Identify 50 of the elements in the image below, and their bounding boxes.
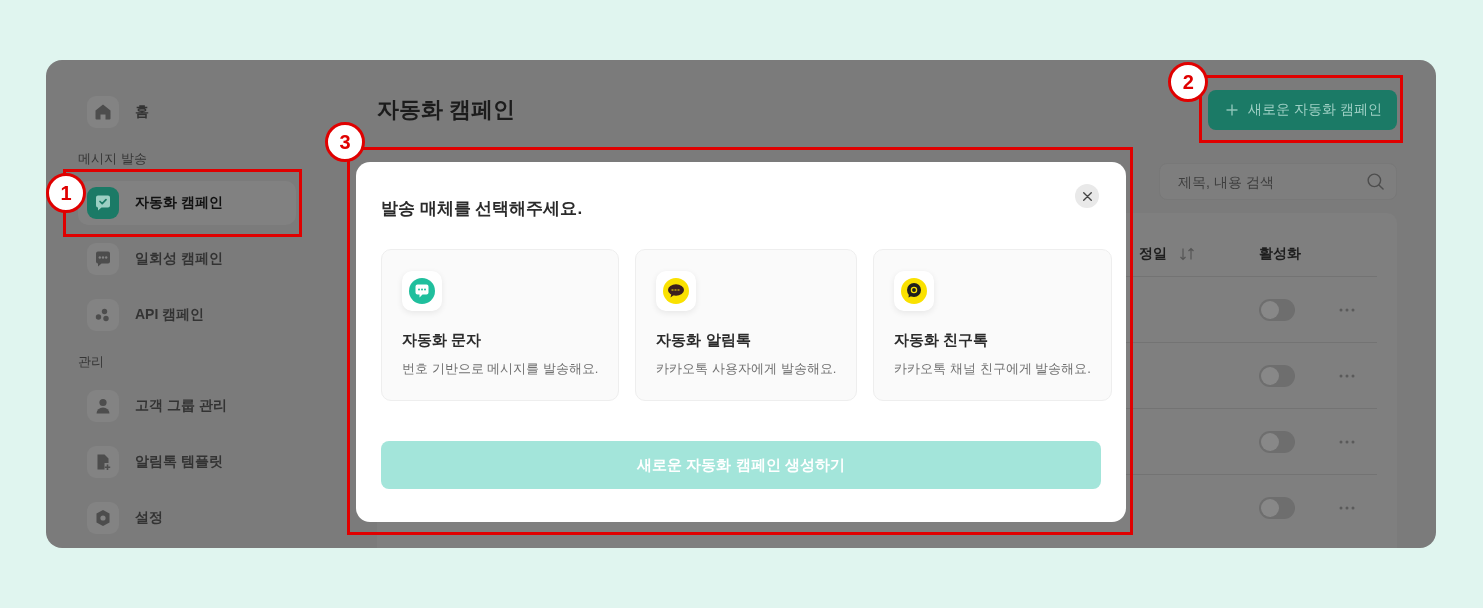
callout-number: 1 [46,173,86,213]
option-title: 자동화 문자 [402,330,482,350]
option-description: 카카오톡 사용자에게 발송해요. [656,360,837,378]
person-icon [87,390,119,422]
speech-bubble-icon [656,271,697,311]
modal-title: 발송 매체를 선택해주세요. [381,198,583,220]
option-description: 카카오톡 채널 친구에게 발송해요. [894,360,1091,378]
doc-plus-icon [87,446,119,478]
channel-option-card[interactable]: 자동화 친구톡 카카오톡 채널 친구에게 발송해요. [873,249,1112,401]
callout-number: 2 [1168,62,1209,102]
settings-icon [87,502,119,534]
toggle-switch[interactable] [1259,298,1295,321]
toggle-switch[interactable] [1259,496,1295,519]
sidebar-item[interactable]: API 캠페인 [78,293,296,337]
page-title: 자동화 캠페인 [377,96,516,124]
callout-number: 3 [325,122,365,162]
option-title: 자동화 친구톡 [894,330,989,350]
sidebar-item[interactable]: 알림톡 템플릿 [78,440,296,484]
chat-dots-icon [87,243,119,275]
dots-icon [87,299,119,331]
column-header[interactable]: 정일 [1139,244,1195,263]
sidebar-item[interactable]: 자동화 캠페인 [78,181,296,225]
more-icon[interactable] [1339,439,1355,444]
new-campaign-button[interactable]: 새로운 자동화 캠페인 [1208,90,1397,130]
speech-bubble-icon [894,271,935,311]
more-icon[interactable] [1339,505,1355,510]
option-description: 번호 기반으로 메시지를 발송해요. [402,360,599,378]
sidebar-item[interactable]: 설정 [78,496,296,540]
close-button[interactable] [1075,184,1099,208]
search-icon [1367,173,1384,190]
sidebar-item[interactable]: 홈 [78,90,296,134]
sidebar-item[interactable]: 고객 그룹 관리 [78,384,296,428]
toggle-switch[interactable] [1259,430,1295,453]
sort-icon [1179,246,1195,261]
more-icon[interactable] [1339,373,1355,378]
sidebar-item[interactable]: 일회성 캠페인 [78,237,296,281]
toggle-switch[interactable] [1259,364,1295,387]
search-field[interactable]: 제목, 내용 검색 [1159,163,1397,200]
close-icon [1082,191,1092,201]
chat-check-icon [87,187,119,219]
section-label: 관리 [78,353,104,371]
channel-option-card[interactable]: 자동화 알림톡 카카오톡 사용자에게 발송해요. [635,249,858,401]
home-icon [87,96,119,128]
channel-option-card[interactable]: 자동화 문자 번호 기반으로 메시지를 발송해요. [381,249,620,401]
section-label: 메시지 발송 [78,150,147,168]
column-header: 활성화 [1259,244,1301,263]
more-icon[interactable] [1339,307,1355,312]
option-title: 자동화 알림톡 [656,330,751,350]
chat-bubble-icon [402,271,442,311]
plus-icon [1226,104,1239,116]
